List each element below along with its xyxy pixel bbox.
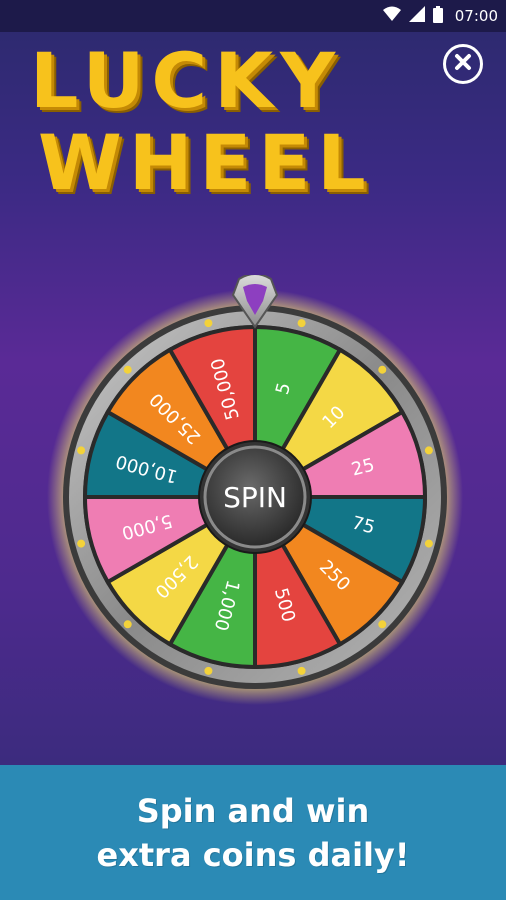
rim-stud: [204, 319, 213, 328]
title-line-lucky: LUCKY: [30, 36, 343, 125]
rim-stud: [77, 539, 86, 548]
status-time: 07:00: [454, 7, 498, 25]
rim-stud: [77, 446, 86, 455]
signal-icon: [408, 6, 425, 26]
rim-stud: [378, 620, 387, 629]
lucky-wheel: 5 10 25 75 250 500 1,000 2,500 5,000 10,000 25,000…: [45, 273, 465, 715]
rim-stud: [297, 666, 306, 675]
battery-icon: [432, 5, 443, 27]
promo-banner: Spin and win extra coins daily!: [0, 765, 506, 900]
close-icon: [453, 52, 473, 76]
rim-stud: [424, 446, 433, 455]
rim-stud: [378, 365, 387, 374]
rim-stud: [204, 666, 213, 675]
wifi-icon: [382, 6, 401, 26]
banner-line-1: Spin and win: [136, 791, 370, 830]
title-line-wheel: WHEEL: [38, 118, 373, 207]
close-button[interactable]: [443, 44, 483, 84]
status-bar: 07:00: [0, 0, 506, 32]
spin-button[interactable]: SPIN: [205, 447, 305, 547]
page-title: LUCKY WHEEL: [30, 40, 373, 204]
rim-stud: [123, 620, 132, 629]
spin-label: SPIN: [223, 480, 287, 514]
banner-line-2: extra coins daily!: [96, 835, 410, 874]
rim-stud: [424, 539, 433, 548]
rim-stud: [297, 319, 306, 328]
rim-stud: [123, 365, 132, 374]
